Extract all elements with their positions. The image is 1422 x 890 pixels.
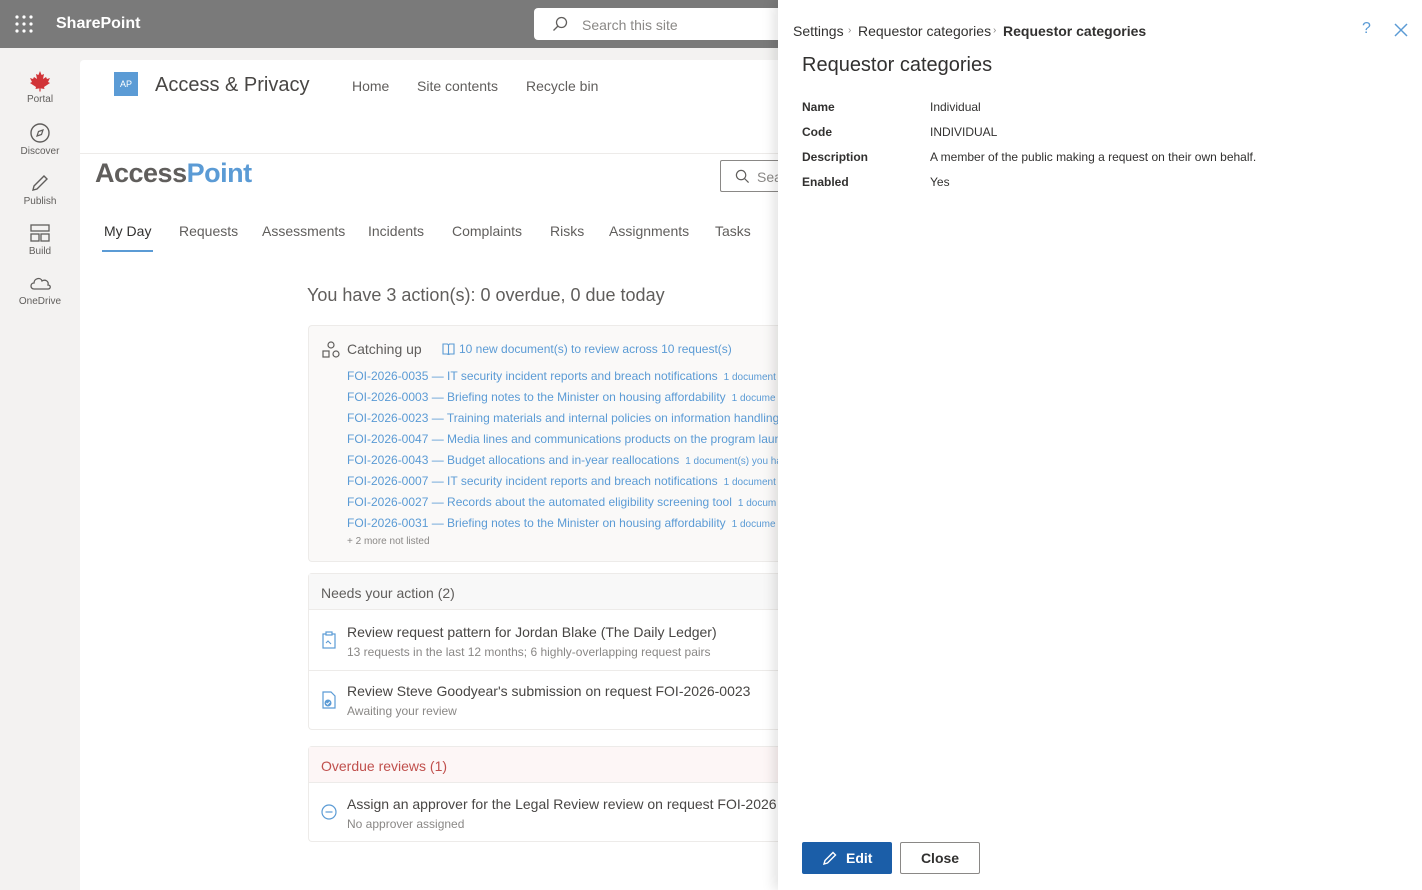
catching-up-title: Catching up bbox=[347, 341, 422, 357]
breadcrumb-separator: › bbox=[993, 25, 997, 36]
overdue-item-title[interactable]: Assign an approver for the Legal Review … bbox=[347, 796, 777, 812]
tab-risks[interactable]: Risks bbox=[550, 223, 584, 239]
maple-leaf-icon bbox=[30, 71, 50, 92]
field-value-description: A member of the public making a request … bbox=[930, 150, 1257, 164]
breadcrumb-settings[interactable]: Settings bbox=[793, 23, 844, 39]
search-icon bbox=[553, 16, 568, 31]
field-value-name: Individual bbox=[930, 100, 981, 114]
app-bar: Portal Discover Publish Build OneDrive bbox=[0, 48, 80, 890]
topnav-recycle-bin[interactable]: Recycle bin bbox=[526, 78, 598, 94]
request-link[interactable]: FOI-2026-0035 — IT security incident rep… bbox=[347, 369, 776, 383]
edit-button[interactable]: Edit bbox=[802, 842, 892, 874]
close-icon[interactable] bbox=[1392, 21, 1410, 39]
tab-tasks[interactable]: Tasks bbox=[715, 223, 751, 239]
edit-button-label: Edit bbox=[846, 850, 873, 866]
action-item-subtitle: 13 requests in the last 12 months; 6 hig… bbox=[347, 645, 711, 659]
appbar-label: Build bbox=[28, 246, 52, 257]
search-icon bbox=[735, 169, 750, 184]
new-documents-link[interactable]: 10 new document(s) to review across 10 r… bbox=[459, 342, 732, 356]
header-divider bbox=[80, 153, 800, 154]
appbar-label: Publish bbox=[23, 196, 57, 207]
field-label-name: Name bbox=[802, 100, 835, 114]
topnav-site-contents[interactable]: Site contents bbox=[417, 78, 498, 94]
details-panel: Settings › Requestor categories › Reques… bbox=[778, 0, 1422, 890]
tab-incidents[interactable]: Incidents bbox=[368, 223, 424, 239]
appbar-label: Discover bbox=[20, 146, 60, 157]
catching-up-card: Catching up 10 new document(s) to review… bbox=[308, 325, 800, 562]
site-title[interactable]: Access & Privacy bbox=[155, 74, 309, 97]
request-link[interactable]: FOI-2026-0027 — Records about the automa… bbox=[347, 495, 776, 509]
breadcrumb-current: Requestor categories bbox=[1003, 23, 1147, 39]
appbar-portal[interactable]: Portal bbox=[0, 70, 80, 105]
appbar-label: Portal bbox=[26, 94, 54, 105]
accesspoint-logo: AccessPoint bbox=[95, 158, 252, 188]
site-canvas: AP Access & Privacy Home Site contents R… bbox=[80, 60, 801, 890]
more-not-listed: + 2 more not listed bbox=[347, 536, 430, 547]
breadcrumb-requestor-categories[interactable]: Requestor categories bbox=[858, 23, 991, 39]
cloud-icon bbox=[30, 277, 51, 290]
needs-action-header: Needs your action (2) bbox=[309, 574, 801, 610]
pen-icon bbox=[32, 175, 48, 191]
shapes-icon bbox=[322, 341, 340, 358]
overdue-item-subtitle: No approver assigned bbox=[347, 817, 465, 831]
search-placeholder: Search this site bbox=[582, 17, 678, 33]
overdue-reviews-card: Overdue reviews (1) Assign an approver f… bbox=[308, 746, 801, 842]
appbar-onedrive[interactable]: OneDrive bbox=[0, 272, 80, 307]
field-value-code: INDIVIDUAL bbox=[930, 125, 998, 139]
close-button[interactable]: Close bbox=[900, 842, 980, 874]
appbar-discover[interactable]: Discover bbox=[0, 122, 80, 157]
pencil-icon bbox=[822, 851, 837, 866]
breadcrumb-separator: › bbox=[848, 25, 852, 36]
topnav-home[interactable]: Home bbox=[352, 78, 389, 94]
clipboard-icon bbox=[322, 631, 336, 649]
compass-icon bbox=[30, 123, 50, 143]
appbar-label: OneDrive bbox=[18, 296, 62, 307]
request-link[interactable]: FOI-2026-0043 — Budget allocations and i… bbox=[347, 453, 782, 467]
layout-icon bbox=[30, 224, 50, 242]
field-value-enabled: Yes bbox=[930, 175, 950, 189]
request-link[interactable]: FOI-2026-0003 — Briefing notes to the Mi… bbox=[347, 390, 776, 404]
tab-my-day[interactable]: My Day bbox=[104, 223, 151, 239]
brand-name[interactable]: SharePoint bbox=[56, 15, 140, 33]
field-label-enabled: Enabled bbox=[802, 175, 849, 189]
request-link[interactable]: FOI-2026-0047 — Media lines and communic… bbox=[347, 432, 787, 446]
tab-complaints[interactable]: Complaints bbox=[452, 223, 522, 239]
overdue-header: Overdue reviews (1) bbox=[309, 747, 801, 783]
field-label-code: Code bbox=[802, 125, 832, 139]
book-icon bbox=[442, 343, 455, 355]
appbar-build[interactable]: Build bbox=[0, 222, 80, 257]
document-check-icon bbox=[322, 691, 336, 709]
needs-action-title: Needs your action (2) bbox=[321, 585, 455, 601]
site-logo[interactable]: AP bbox=[114, 72, 138, 96]
item-divider bbox=[309, 670, 801, 671]
tab-assessments[interactable]: Assessments bbox=[262, 223, 345, 239]
action-item-title[interactable]: Review Steve Goodyear's submission on re… bbox=[347, 683, 750, 699]
minus-circle-icon bbox=[321, 804, 337, 820]
active-tab-indicator bbox=[102, 250, 153, 252]
field-label-description: Description bbox=[802, 150, 869, 164]
action-item-title[interactable]: Review request pattern for Jordan Blake … bbox=[347, 624, 717, 640]
request-link[interactable]: FOI-2026-0023 — Training materials and i… bbox=[347, 411, 785, 425]
request-link[interactable]: FOI-2026-0031 — Briefing notes to the Mi… bbox=[347, 516, 776, 530]
help-icon[interactable]: ? bbox=[1362, 20, 1371, 38]
overdue-title: Overdue reviews (1) bbox=[321, 758, 448, 774]
needs-action-card: Needs your action (2) Review request pat… bbox=[308, 573, 801, 730]
appbar-publish[interactable]: Publish bbox=[0, 172, 80, 207]
app-launcher-icon[interactable] bbox=[14, 14, 34, 34]
panel-title: Requestor categories bbox=[802, 54, 993, 76]
action-item-subtitle: Awaiting your review bbox=[347, 704, 457, 718]
tab-assignments[interactable]: Assignments bbox=[609, 223, 689, 239]
actions-summary: You have 3 action(s): 0 overdue, 0 due t… bbox=[307, 285, 665, 305]
request-link[interactable]: FOI-2026-0007 — IT security incident rep… bbox=[347, 474, 776, 488]
site-search-input[interactable]: Search this site bbox=[534, 8, 794, 40]
tab-requests[interactable]: Requests bbox=[179, 223, 238, 239]
